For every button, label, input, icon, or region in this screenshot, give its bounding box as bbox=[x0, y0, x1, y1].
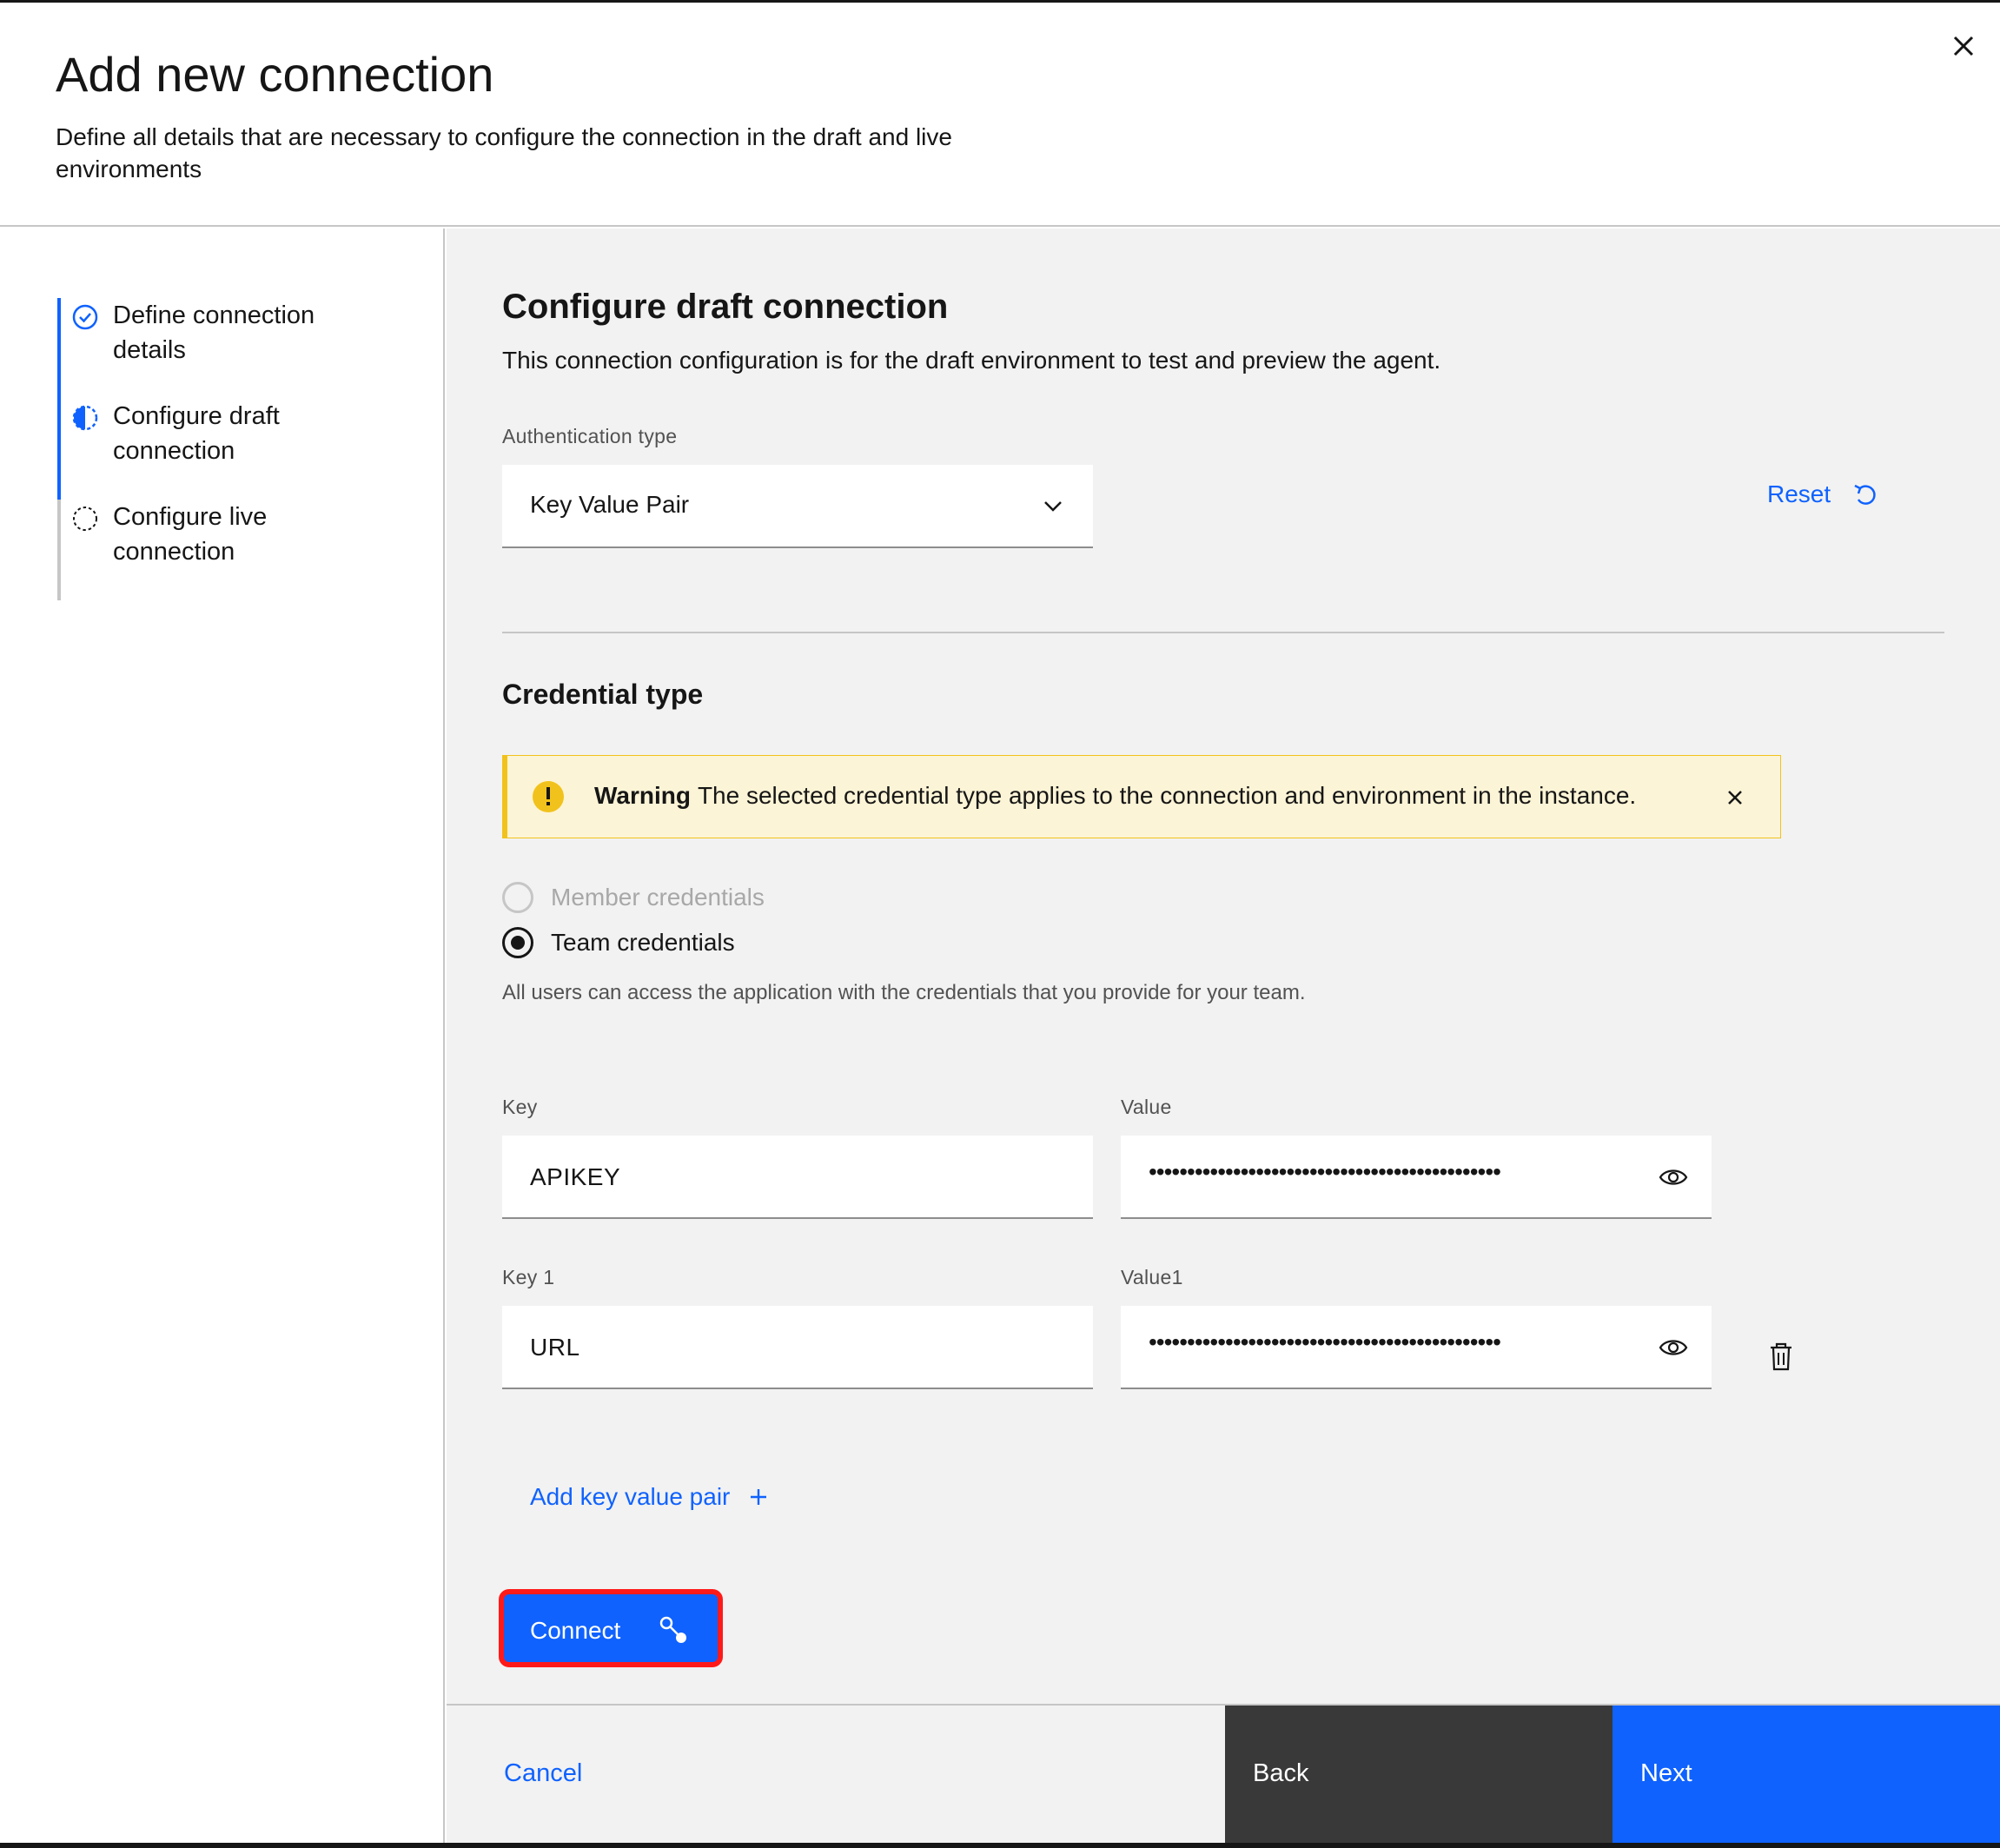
cancel-button[interactable]: Cancel bbox=[504, 1759, 582, 1788]
credential-type-title: Credential type bbox=[502, 679, 704, 710]
view-icon[interactable] bbox=[1658, 1162, 1689, 1193]
radio-label: Member credentials bbox=[551, 884, 765, 911]
warning-text: The selected credential type applies to … bbox=[697, 782, 1637, 809]
add-icon bbox=[751, 1489, 767, 1505]
next-button[interactable]: Next bbox=[1613, 1706, 2000, 1845]
back-label: Back bbox=[1253, 1759, 1309, 1787]
auth-type-label: Authentication type bbox=[502, 425, 678, 447]
value-password-input[interactable]: ••••••••••••••••••••••••••••••••••••••••… bbox=[1121, 1136, 1712, 1219]
masked-value: ••••••••••••••••••••••••••••••••••••••••… bbox=[1149, 1328, 1501, 1355]
masked-value: ••••••••••••••••••••••••••••••••••••••••… bbox=[1149, 1158, 1501, 1185]
step-label: Configure draft connection bbox=[113, 402, 280, 465]
value-label: Value1 bbox=[1121, 1266, 1183, 1288]
key-label: Key bbox=[502, 1096, 538, 1118]
chevron-down-icon bbox=[1044, 501, 1062, 512]
add-connection-modal: Add new connection Define all details th… bbox=[0, 0, 2000, 1848]
key-input[interactable]: APIKEY bbox=[502, 1136, 1093, 1219]
connect-icon bbox=[659, 1616, 686, 1643]
progress-steps: Define connection details Configure draf… bbox=[0, 229, 445, 1843]
radio-circle bbox=[502, 927, 533, 958]
reset-icon bbox=[1854, 484, 1876, 505]
modal-subtitle: Define all details that are necessary to… bbox=[56, 123, 952, 182]
step-label: Configure live connection bbox=[113, 503, 268, 566]
step-label: Define connection details bbox=[113, 301, 315, 364]
next-label: Next bbox=[1640, 1759, 1692, 1787]
key-input-value: URL bbox=[530, 1334, 580, 1361]
radio-team-credentials[interactable]: Team credentials bbox=[502, 927, 735, 958]
reset-button[interactable]: Reset bbox=[1767, 480, 1879, 508]
main-content: Configure draft connection This connecti… bbox=[447, 229, 2000, 1704]
credential-helper-text: All users can access the application wit… bbox=[502, 981, 1306, 1004]
checkmark-outline-icon bbox=[72, 304, 98, 330]
warning-notification: Warning The selected credential type appl… bbox=[502, 755, 1781, 838]
warning-title: Warning bbox=[594, 782, 691, 809]
view-icon[interactable] bbox=[1658, 1332, 1689, 1363]
value-password-input[interactable]: ••••••••••••••••••••••••••••••••••••••••… bbox=[1121, 1306, 1712, 1389]
radio-member-credentials[interactable]: Member credentials bbox=[502, 882, 765, 913]
section-title: Configure draft connection bbox=[502, 288, 949, 326]
key-label: Key 1 bbox=[502, 1266, 555, 1288]
radio-label: Team credentials bbox=[551, 929, 735, 956]
close-icon[interactable] bbox=[1943, 25, 1984, 67]
auth-type-dropdown[interactable]: Key Value Pair bbox=[502, 465, 1093, 548]
radio-circle bbox=[502, 882, 533, 913]
add-key-value-pair-button[interactable]: Add key value pair bbox=[530, 1483, 768, 1511]
circle-dash-icon bbox=[73, 507, 97, 531]
modal-footer: Cancel Back Next bbox=[447, 1704, 2000, 1845]
section-description: This connection configuration is for the… bbox=[502, 347, 1441, 374]
connect-label: Connect bbox=[530, 1617, 621, 1644]
close-icon[interactable] bbox=[1723, 785, 1747, 810]
bottom-border bbox=[0, 1843, 2000, 1848]
trash-can-icon[interactable] bbox=[1767, 1341, 1795, 1372]
auth-type-value: Key Value Pair bbox=[530, 491, 690, 518]
section-divider bbox=[502, 632, 1944, 633]
value-label: Value bbox=[1121, 1096, 1172, 1118]
modal-header: Add new connection Define all details th… bbox=[0, 3, 2000, 227]
modal-title: Add new connection bbox=[56, 47, 494, 102]
back-button[interactable]: Back bbox=[1225, 1706, 1613, 1845]
reset-label: Reset bbox=[1767, 480, 1831, 507]
add-pair-label: Add key value pair bbox=[530, 1483, 731, 1510]
incomplete-half-icon bbox=[72, 405, 98, 431]
key-input[interactable]: URL bbox=[502, 1306, 1093, 1389]
connect-button[interactable]: Connect bbox=[499, 1589, 723, 1667]
warning-message: Warning The selected credential type appl… bbox=[594, 782, 1636, 810]
warning-icon bbox=[533, 781, 564, 812]
key-input-value: APIKEY bbox=[530, 1163, 621, 1190]
